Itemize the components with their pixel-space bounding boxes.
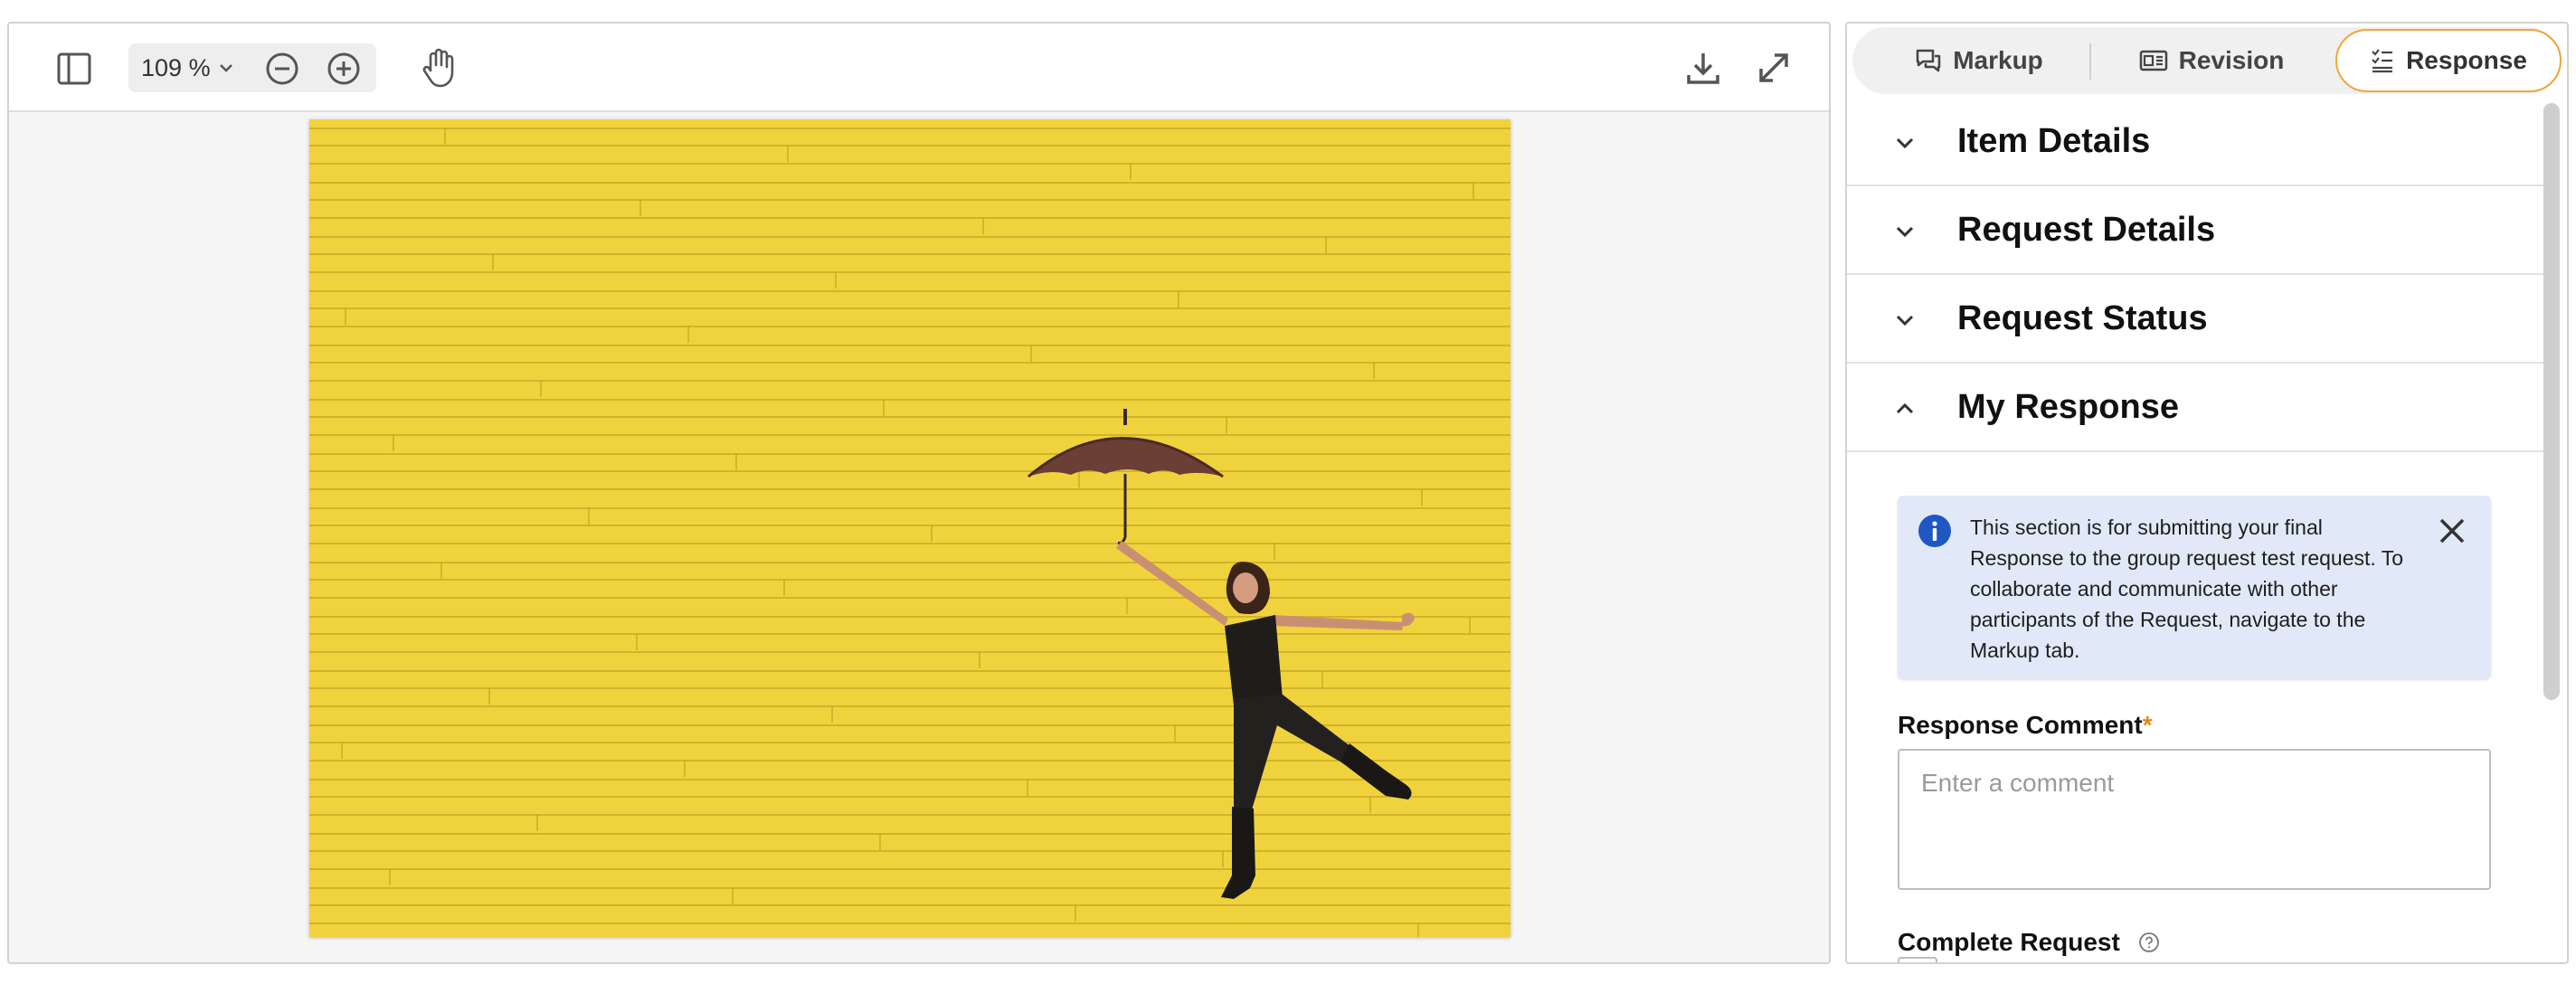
info-notice: This section is for submitting your fina… xyxy=(1898,496,2491,678)
revision-icon xyxy=(2139,50,2167,71)
response-comment-input[interactable] xyxy=(1898,749,2491,890)
tab-divider xyxy=(2089,43,2091,80)
tab-response[interactable]: Response xyxy=(2335,29,2562,92)
toggle-sidebar-button[interactable] xyxy=(52,47,96,90)
zoom-level-select[interactable]: 109 % xyxy=(141,43,236,92)
zoom-out-button[interactable] xyxy=(264,51,300,87)
help-icon[interactable] xyxy=(2138,932,2160,953)
chevron-down-icon xyxy=(1896,137,1914,149)
required-marker: * xyxy=(2142,711,2153,739)
tab-response-label: Response xyxy=(2406,46,2527,74)
section-title: My Response xyxy=(1957,387,2179,426)
complete-request-checkbox[interactable] xyxy=(1898,957,1937,962)
zoom-out-icon xyxy=(266,52,298,85)
pan-tool-button[interactable] xyxy=(416,45,461,90)
hand-icon xyxy=(422,48,454,88)
response-icon xyxy=(2372,49,2393,73)
info-notice-text: This section is for submitting your fina… xyxy=(1970,516,2404,662)
zoom-value: 109 % xyxy=(141,53,211,81)
download-button[interactable] xyxy=(1681,45,1726,90)
close-icon[interactable] xyxy=(2437,516,2467,546)
document-image xyxy=(309,119,1511,937)
section-item-details[interactable]: Item Details xyxy=(1847,98,2549,186)
sidebar-icon xyxy=(57,52,91,85)
download-icon xyxy=(1687,53,1719,84)
info-icon xyxy=(1918,515,1951,547)
fullscreen-button[interactable] xyxy=(1751,45,1796,90)
chevron-down-icon xyxy=(1896,226,1914,238)
umbrella-woman-photo xyxy=(309,119,1511,937)
document-viewer: 109 % xyxy=(7,22,1831,964)
section-title: Request Details xyxy=(1957,210,2216,249)
complete-request-label: Complete Request xyxy=(1898,928,2160,957)
tab-markup-label: Markup xyxy=(1953,46,2043,74)
zoom-in-button[interactable] xyxy=(326,51,362,87)
panel-scrollbar[interactable] xyxy=(2543,103,2560,700)
document-canvas[interactable] xyxy=(9,112,1829,962)
zoom-in-icon xyxy=(327,52,360,85)
tab-markup[interactable]: Markup xyxy=(1870,29,2088,92)
chevron-down-icon xyxy=(219,64,232,72)
zoom-controls: 109 % xyxy=(128,43,376,92)
tab-revision[interactable]: Revision xyxy=(2098,29,2325,92)
response-panel: Markup Revision Response Item Details Re… xyxy=(1845,22,2569,964)
section-title: Item Details xyxy=(1957,121,2151,160)
comments-icon xyxy=(1916,49,1941,72)
section-title: Request Status xyxy=(1957,298,2208,337)
viewer-toolbar: 109 % xyxy=(9,24,1829,112)
tab-revision-label: Revision xyxy=(2178,46,2285,74)
expand-icon xyxy=(1759,53,1788,82)
section-request-status[interactable]: Request Status xyxy=(1847,275,2549,364)
chevron-down-icon xyxy=(1896,315,1914,326)
panel-tabs: Markup Revision Response xyxy=(1852,27,2562,94)
section-my-response[interactable]: My Response xyxy=(1847,364,2549,452)
response-comment-label: Response Comment* xyxy=(1898,711,2153,739)
chevron-up-icon xyxy=(1896,402,1914,414)
details-accordion: Item Details Request Details Request Sta… xyxy=(1847,98,2549,452)
section-request-details[interactable]: Request Details xyxy=(1847,186,2549,275)
